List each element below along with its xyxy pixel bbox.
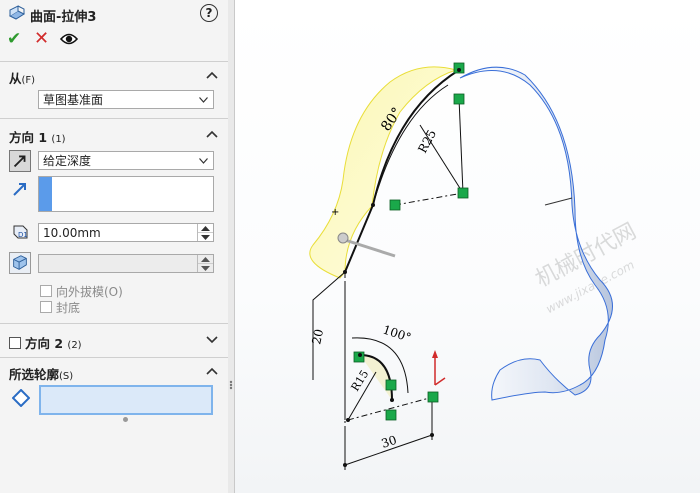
help-button[interactable]: ? [200,4,218,22]
direction2-section: 方向 2 (2) [0,323,228,357]
ok-button[interactable]: ✔ [7,29,21,49]
spin-down-icon[interactable] [201,265,210,271]
resize-handle[interactable] [123,417,128,422]
from-section: 从(F) 草图基准面 [0,61,228,118]
dim-20-line [312,282,346,420]
draft-toggle-button[interactable] [9,252,31,274]
chevron-up-icon[interactable] [206,367,218,375]
dim-radius-15[interactable]: R15 [349,368,372,394]
center-line [394,192,464,206]
spin-down-icon[interactable] [201,234,210,240]
direction2-checkbox[interactable]: 方向 2 (2) [9,333,82,352]
direction-vector-field[interactable] [38,176,214,212]
splitter-grip-icon[interactable] [229,380,233,390]
dim-angle-100[interactable]: 100° [381,323,413,345]
cad-drawing[interactable]: 机械时代网 www.jixage.com 80° R25 20 100° R15 [235,0,700,493]
cap-end-checkbox[interactable]: 封底 [40,299,80,316]
dim-30[interactable]: 30 [380,433,399,451]
direction1-heading: 方向 1 (1) [9,130,66,145]
draft-angle-input[interactable] [38,254,214,273]
chevron-down-icon [199,158,208,164]
feature-title-bar: 曲面-拉伸3 ? [0,0,228,26]
chevron-up-icon[interactable] [206,130,218,138]
cancel-button[interactable]: ✕ [34,28,49,49]
chevron-down-icon [199,97,208,103]
reverse-arrow-icon [13,155,26,168]
property-manager: 曲面-拉伸3 ? ✔ ✕ 从(F) 草图基准面 方向 1 (1) 给定深度 D1… [0,0,229,493]
feature-title: 曲面-拉伸3 [30,10,97,25]
action-bar: ✔ ✕ [0,28,228,52]
depth-input[interactable]: 10.00mm [38,223,214,242]
triad-x-axis [434,377,446,386]
selected-contours-list[interactable] [39,385,213,415]
origin-cross: + [331,207,339,218]
draft-outward-checkbox[interactable]: 向外拔模(O) [40,283,123,300]
existing-surface[interactable] [459,66,613,401]
graphics-area[interactable]: 机械时代网 www.jixage.com 80° R25 20 100° R15 [235,0,700,493]
surface-extrude-icon [8,5,26,20]
svg-text:D1: D1 [18,231,28,239]
triad-arrow-icon [432,350,438,358]
depth-spinner[interactable] [197,224,213,241]
draft-icon [13,255,27,270]
reverse-direction-button[interactable] [9,150,31,172]
spin-up-icon[interactable] [201,226,210,231]
contours-section: 所选轮廓(S) [0,357,228,494]
from-heading: 从(F) [9,71,36,86]
direction-arrow-icon [13,183,26,196]
construction-line [458,97,464,194]
end-condition-select[interactable]: 给定深度 [38,151,214,170]
contour-diamond-icon [12,389,30,407]
chevron-up-icon[interactable] [206,71,218,79]
depth-icon: D1 [13,225,28,239]
preview-eye-icon[interactable] [60,32,78,46]
selection-color-bar [39,177,52,211]
dim-extension [312,271,346,380]
from-select[interactable]: 草图基准面 [38,90,214,109]
surface-edge [544,197,573,206]
contours-heading: 所选轮廓(S) [9,367,74,382]
panel-splitter[interactable] [228,0,235,493]
dim-20[interactable]: 20 [309,328,326,346]
chevron-down-icon[interactable] [206,336,218,344]
direction1-section: 方向 1 (1) 给定深度 D1 10.00mm 向外拔模(O) 封底 [0,118,228,323]
dim-radius-25[interactable]: R25 [415,127,439,155]
spin-up-icon[interactable] [201,257,210,262]
drag-handle[interactable] [337,232,349,244]
draft-spinner[interactable] [197,255,213,272]
